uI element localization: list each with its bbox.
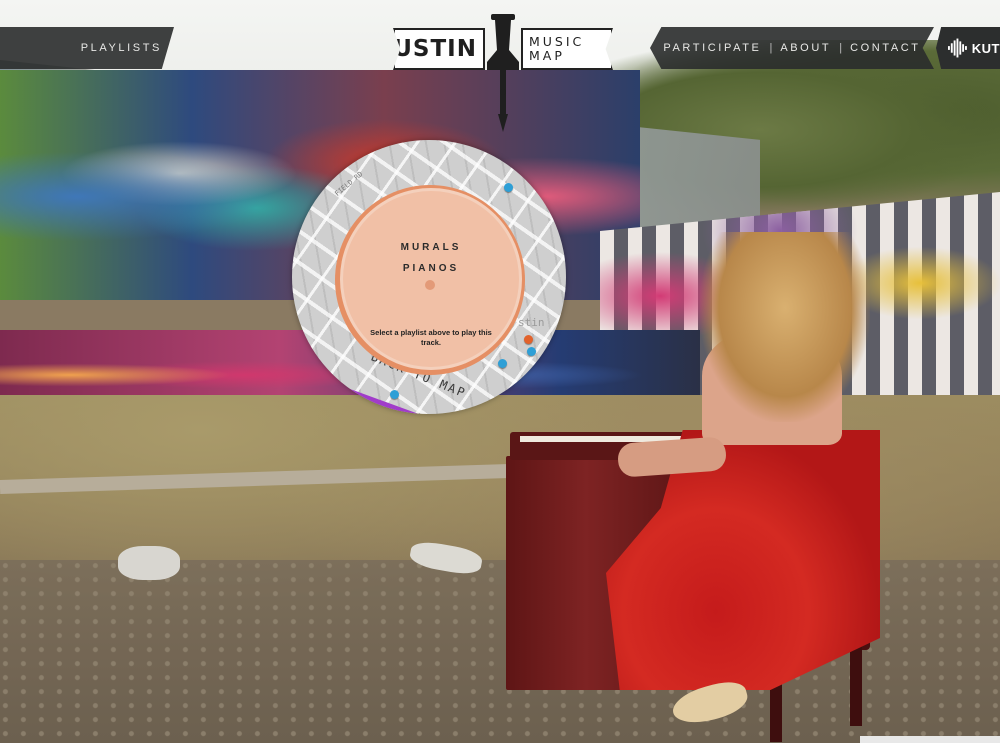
kutx-logo-link[interactable]: KUT: [936, 27, 1000, 69]
map-place-label: stin: [518, 316, 545, 329]
playlists-bar: PLAYLISTS: [0, 27, 174, 69]
map-marker[interactable]: [390, 390, 399, 399]
logo-word-map: MAP: [529, 48, 565, 63]
track-location-dot: [425, 280, 435, 290]
nav-contact[interactable]: CONTACT: [850, 42, 921, 54]
nav-participate[interactable]: PARTICIPATE: [663, 42, 761, 54]
track-map-overlay[interactable]: FIELD RD stin BACK TO MAP MURALS PIANOS …: [292, 140, 566, 414]
logo-left-banner: AUSTIN: [393, 28, 485, 70]
kutx-wordmark: KUT: [971, 40, 1000, 56]
soundwave-icon: [948, 38, 967, 58]
main-nav: PARTICIPATE | ABOUT | CONTACT: [650, 27, 934, 69]
logo-right-banner: MUSIC MAP: [521, 28, 613, 70]
austin-music-map-logo[interactable]: AUSTIN MUSIC MAP: [393, 14, 613, 136]
pianist-hair: [700, 232, 870, 422]
playlists-link[interactable]: PLAYLISTS: [81, 42, 162, 54]
litter-can: [118, 546, 180, 580]
stool-leg: [850, 646, 862, 726]
map-marker[interactable]: [524, 335, 533, 344]
track-instructions: Select a playlist above to play this tra…: [370, 328, 492, 347]
logo-word-music: MUSIC: [529, 34, 585, 49]
nav-about[interactable]: ABOUT: [780, 42, 831, 54]
street-label: FIELD RD: [333, 170, 365, 198]
track-subtitle: PIANOS: [402, 263, 460, 274]
footer-credit-strip: [860, 736, 1000, 743]
nav-separator: |: [839, 42, 843, 54]
map-marker[interactable]: [527, 347, 536, 356]
map-marker[interactable]: [504, 183, 513, 192]
nav-separator: |: [769, 42, 773, 54]
track-title: MURALS: [400, 242, 462, 253]
track-disc: MURALS PIANOS Select a playlist above to…: [340, 188, 522, 370]
pushpin-icon: [487, 14, 519, 132]
map-marker[interactable]: [498, 359, 507, 368]
